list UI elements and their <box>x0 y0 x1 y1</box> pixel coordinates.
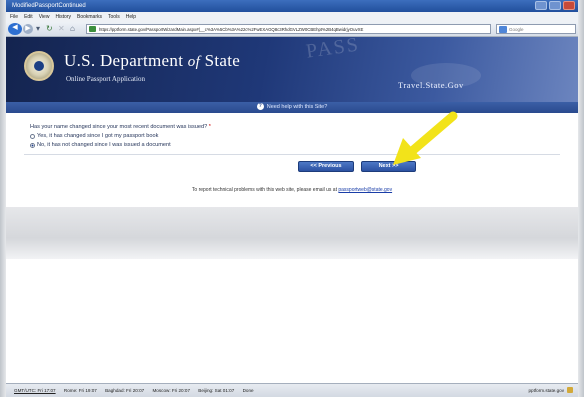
form-area: Has your name changed since your most re… <box>6 113 578 193</box>
reload-icon[interactable]: ↻ <box>46 24 53 34</box>
next-button[interactable]: Next >> <box>361 161 416 172</box>
close-button[interactable] <box>563 1 575 10</box>
question-text: Has your name changed since your most re… <box>30 124 208 130</box>
address-text: https://pptform.state.gov/PassportWizard… <box>99 27 364 32</box>
clock-gmt[interactable]: GMT/UTC: Fri 17:07 <box>14 388 56 393</box>
report-text: To report technical problems with this w… <box>191 187 337 193</box>
window-title: ModifiedPassportContinued <box>12 3 86 9</box>
department-title-of: of <box>187 54 201 70</box>
department-title-part2: State <box>204 51 241 70</box>
required-marker: * <box>208 124 211 130</box>
department-title: U.S. Department of State <box>64 51 240 71</box>
forward-button[interactable]: ▶ <box>23 24 33 34</box>
department-title-part1: U.S. Department <box>64 51 184 70</box>
status-bar: GMT/UTC: Fri 17:07 Rome: Fri 19:07 Baghd… <box>6 383 578 397</box>
help-icon[interactable]: ? <box>256 103 264 111</box>
menu-tools[interactable]: Tools <box>108 12 120 22</box>
stop-icon[interactable]: ✕ <box>58 24 65 34</box>
option-no[interactable]: No, it has not changed since I was issue… <box>30 142 171 148</box>
radio-no[interactable] <box>30 142 35 148</box>
state-department-seal-icon <box>24 51 54 81</box>
option-no-label[interactable]: No, it has not changed since I was issue… <box>37 142 171 148</box>
navigation-toolbar: ◀ ▶ ▾ ↻ ✕ ⌂ https://pptform.state.gov/Pa… <box>6 22 578 37</box>
screen-bezel-right <box>578 0 584 397</box>
address-bar[interactable]: https://pptform.state.gov/PassportWizard… <box>86 24 491 34</box>
page-footer-band <box>6 207 578 259</box>
status-text: Done <box>242 388 254 393</box>
search-box[interactable]: Google <box>496 24 576 34</box>
title-bar: ModifiedPassportContinued <box>6 0 578 12</box>
menu-edit[interactable]: Edit <box>24 12 33 22</box>
help-link[interactable]: Need help with this Site? <box>267 104 328 110</box>
option-yes[interactable]: Yes, it has changed since I got my passp… <box>30 133 158 139</box>
previous-button[interactable]: << Previous <box>298 161 354 172</box>
name-change-question: Has your name changed since your most re… <box>30 124 211 130</box>
menu-history[interactable]: History <box>55 12 71 22</box>
passport-watermark: PASS <box>304 37 362 63</box>
help-bar: ? Need help with this Site? <box>6 102 578 113</box>
security-lock-icon[interactable] <box>567 387 573 393</box>
browser-window: ModifiedPassportContinued File Edit View… <box>6 0 578 397</box>
menu-bookmarks[interactable]: Bookmarks <box>77 12 102 22</box>
back-button[interactable]: ◀ <box>8 23 22 35</box>
search-engine-icon[interactable] <box>499 26 507 33</box>
menu-view[interactable]: View <box>39 12 50 22</box>
travel-state-gov-link[interactable]: Travel.State.Gov <box>398 80 464 90</box>
empty-page-area <box>6 259 578 384</box>
radio-yes[interactable] <box>30 133 35 139</box>
site-banner: PASS U.S. Department of State Online Pas… <box>6 37 578 102</box>
world-clocks: GMT/UTC: Fri 17:07 Rome: Fri 19:07 Baghd… <box>14 384 261 397</box>
option-yes-label[interactable]: Yes, it has changed since I got my passp… <box>37 133 158 139</box>
menu-file[interactable]: File <box>10 12 18 22</box>
search-placeholder: Google <box>509 27 524 32</box>
menu-bar: File Edit View History Bookmarks Tools H… <box>6 12 578 22</box>
clock-baghdad: Baghdad: Fri 20:07 <box>105 388 145 393</box>
window-controls <box>535 1 575 10</box>
banner-subtitle: Online Passport Application <box>66 75 145 83</box>
minimize-button[interactable] <box>535 1 547 10</box>
technical-problems-notice: To report technical problems with this w… <box>6 187 578 193</box>
clock-moscow: Moscow: Fri 20:07 <box>152 388 190 393</box>
home-icon[interactable]: ⌂ <box>70 24 75 34</box>
status-host: pptform.state.gov <box>528 388 565 393</box>
support-email-link[interactable]: passportweb@state.gov <box>338 187 392 193</box>
clock-rome: Rome: Fri 19:07 <box>63 388 97 393</box>
clock-beijing: Beijing: Sat 01:07 <box>198 388 235 393</box>
dropdown-icon[interactable]: ▾ <box>36 24 40 34</box>
menu-help[interactable]: Help <box>126 12 136 22</box>
maximize-button[interactable] <box>549 1 561 10</box>
site-identity-icon[interactable] <box>89 26 96 32</box>
form-divider <box>24 154 560 155</box>
